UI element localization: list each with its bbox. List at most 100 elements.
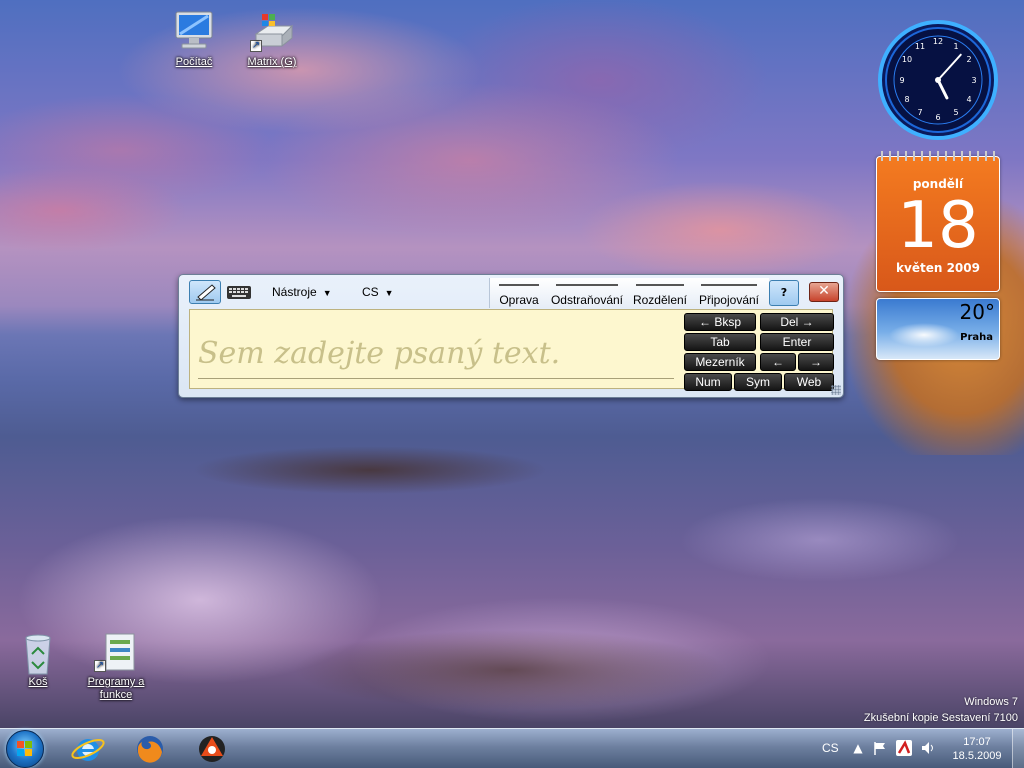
- shortcut-arrow-icon: ↗: [250, 40, 262, 52]
- tools-menu[interactable]: Nástroje ▼: [269, 280, 349, 304]
- calendar-date: 18: [897, 189, 979, 263]
- weather-gadget[interactable]: 20° Praha: [876, 298, 1000, 360]
- gesture-label: Rozdělení: [632, 293, 688, 307]
- delete-gesture-icon: [548, 279, 626, 291]
- language-menu[interactable]: CS ▼: [359, 280, 399, 304]
- windows-watermark: Windows 7 Zkušební kopie Sestavení 7100: [864, 694, 1018, 726]
- svg-text:5: 5: [953, 108, 958, 117]
- action-center-flag-icon[interactable]: [872, 740, 888, 756]
- gesture-delete[interactable]: Odstraňování: [548, 279, 626, 307]
- tray-time: 17:07: [963, 736, 991, 748]
- firefox-icon: [137, 736, 163, 763]
- taskbar: CS ▲ 17:07 18.5.2009: [0, 728, 1024, 768]
- handwriting-baseline: [198, 378, 674, 379]
- desktop-icon-computer[interactable]: Počítač: [154, 10, 234, 69]
- touch-keyboard-button[interactable]: [223, 280, 255, 304]
- desktop-icon-label: Počítač: [175, 56, 213, 68]
- tray-language[interactable]: CS: [822, 741, 839, 755]
- right-arrow-key[interactable]: →: [798, 353, 834, 371]
- correct-gesture-icon: [494, 279, 544, 291]
- calendar-month-year: květen 2009: [896, 261, 980, 275]
- recycle-bin-icon: [14, 630, 62, 675]
- gesture-help-group: Oprava Odstraňování Rozdělení Připojován…: [489, 278, 769, 308]
- split-gesture-icon: [630, 279, 690, 291]
- svg-text:10: 10: [902, 55, 912, 64]
- desktop-icon-programs-features[interactable]: ↗ Programy a funkce: [76, 630, 156, 702]
- enter-key[interactable]: Enter: [760, 333, 834, 351]
- language-menu-label: CS: [362, 285, 379, 299]
- tray-date: 18.5.2009: [952, 750, 1002, 762]
- tab-key[interactable]: Tab: [684, 333, 756, 351]
- svg-text:11: 11: [915, 42, 925, 51]
- gesture-correct[interactable]: Oprava: [494, 279, 544, 307]
- volume-icon[interactable]: [920, 740, 936, 756]
- chevron-down-icon: ▼: [322, 288, 332, 298]
- gesture-label: Připojování: [698, 293, 760, 307]
- clock-gadget[interactable]: 12 1 2 3 45 6 78 9 10 11: [876, 18, 1000, 142]
- shortcut-arrow-icon: ↗: [94, 660, 106, 672]
- wallpaper-rocks-lower: [250, 600, 810, 720]
- watermark-line-2: Zkušební kopie Sestavení 7100: [863, 712, 1018, 724]
- gesture-label: Odstraňování: [550, 293, 624, 307]
- antivirus-icon[interactable]: [896, 740, 912, 756]
- drive-shortcut-icon: ↗: [248, 10, 296, 54]
- internet-explorer-icon: [71, 738, 105, 761]
- web-key[interactable]: Web: [784, 373, 834, 391]
- programs-features-icon: ↗: [92, 630, 140, 674]
- gesture-split[interactable]: Rozdělení: [630, 279, 690, 307]
- left-arrow-key[interactable]: ←: [760, 353, 796, 371]
- gesture-label: Oprava: [499, 293, 539, 307]
- writing-pad-button[interactable]: [189, 280, 221, 304]
- gesture-join[interactable]: Připojování: [694, 279, 764, 307]
- keyboard-icon: [227, 286, 251, 299]
- desktop-icon-label: Programy a funkce: [87, 676, 145, 701]
- desktop-icon-matrix-drive[interactable]: ↗ Matrix (G): [232, 10, 312, 69]
- svg-text:4: 4: [966, 95, 971, 104]
- calendar-gadget[interactable]: pondělí 18 květen 2009: [876, 151, 1000, 292]
- tools-menu-label: Nástroje: [272, 285, 317, 299]
- resize-grip[interactable]: [831, 385, 841, 395]
- handwriting-area[interactable]: Sem zadejte psaný text. ← Bksp Del → Tab…: [189, 309, 834, 391]
- svg-text:9: 9: [899, 76, 904, 85]
- svg-text:7: 7: [917, 108, 922, 117]
- num-key[interactable]: Num: [684, 373, 732, 391]
- desktop-icon-recycle-bin[interactable]: Koš: [0, 630, 78, 689]
- wallpaper-rocks: [170, 430, 630, 510]
- taskbar-reason[interactable]: [192, 732, 232, 766]
- svg-text:2: 2: [966, 55, 971, 64]
- taskbar-internet-explorer[interactable]: [68, 732, 108, 766]
- svg-text:3: 3: [971, 76, 976, 85]
- weather-city: Praha: [960, 332, 993, 343]
- windows-logo-icon: [17, 741, 33, 757]
- show-desktop-button[interactable]: [1012, 729, 1024, 768]
- desktop-icon-label: Matrix (G): [247, 56, 297, 68]
- svg-text:6: 6: [935, 113, 940, 122]
- delete-key[interactable]: Del →: [760, 313, 834, 331]
- tray-clock[interactable]: 17:07 18.5.2009: [942, 735, 1012, 763]
- input-panel-toolbar: Nástroje ▼ CS ▼ Oprava Odstraňování Rozděl…: [187, 278, 839, 308]
- help-icon: ?: [780, 286, 788, 299]
- start-button[interactable]: [6, 730, 44, 768]
- show-hidden-icon[interactable]: ▲: [850, 740, 866, 756]
- computer-icon: [170, 10, 218, 54]
- sym-key[interactable]: Sym: [734, 373, 782, 391]
- help-button[interactable]: ?: [769, 280, 799, 306]
- pen-icon: [196, 284, 216, 301]
- calendar-rings: [881, 151, 995, 161]
- close-button[interactable]: ✕: [809, 282, 839, 302]
- analog-clock-face: 12 12 3 45 6 78 9 1011: [878, 20, 998, 140]
- backspace-key[interactable]: ← Bksp: [684, 313, 756, 331]
- join-gesture-icon: [694, 279, 764, 291]
- svg-text:8: 8: [904, 95, 909, 104]
- tablet-input-panel[interactable]: Nástroje ▼ CS ▼ Oprava Odstraňování Rozděl…: [178, 274, 844, 398]
- reason-app-icon: [199, 736, 225, 762]
- svg-text:1: 1: [953, 42, 958, 51]
- watermark-line-1: Windows 7: [964, 696, 1018, 708]
- taskbar-firefox[interactable]: [130, 732, 170, 766]
- handwriting-placeholder: Sem zadejte psaný text.: [198, 336, 561, 371]
- cloud-icon: [887, 321, 961, 347]
- space-key[interactable]: Mezerník: [684, 353, 756, 371]
- weather-temperature: 20°: [959, 300, 995, 324]
- chevron-down-icon: ▼: [384, 288, 394, 298]
- close-icon: ✕: [818, 283, 830, 299]
